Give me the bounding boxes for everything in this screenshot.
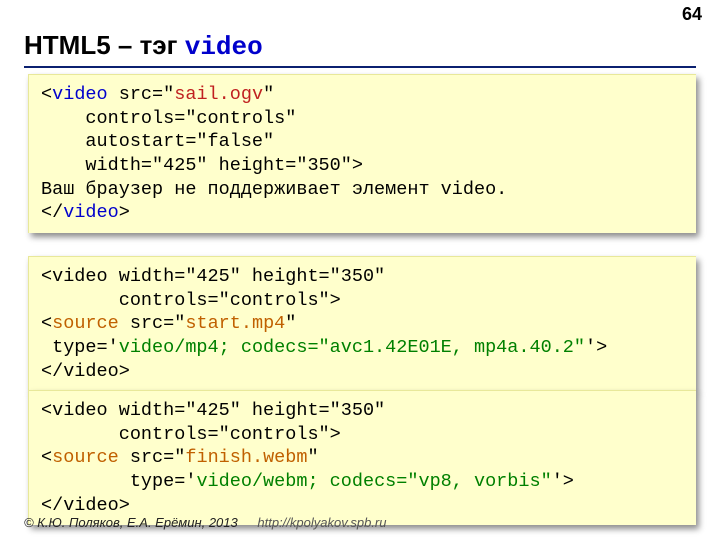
slide-title: HTML5 – тэг video <box>24 30 696 68</box>
code-text: type=' <box>41 337 119 358</box>
tag-video-close: video <box>63 202 119 223</box>
code-text: <video width="425" height="350" <box>41 400 385 421</box>
mime-type: video/mp4; codecs="avc1.42E01E, mp4a.40.… <box>119 337 585 358</box>
tag-source: source <box>52 313 119 334</box>
mime-type: video/webm; codecs="vp8, vorbis" <box>196 471 551 492</box>
code-block-1: <video src="sail.ogv" controls="controls… <box>28 74 696 233</box>
title-tag: video <box>185 32 263 62</box>
code-text: controls="controls"> <box>41 424 341 445</box>
code-text: < <box>41 447 52 468</box>
filename: start.mp4 <box>185 313 285 334</box>
code-text: Ваш браузер не поддерживает элемент vide… <box>41 179 507 200</box>
title-prefix: HTML5 – тэг <box>24 30 185 60</box>
code-text: '> <box>552 471 574 492</box>
code-text: " <box>263 84 274 105</box>
footer-url: http://kpolyakov.spb.ru <box>257 515 386 530</box>
code-text: src=" <box>119 447 186 468</box>
code-text: '> <box>585 337 607 358</box>
code-text: </ <box>41 202 63 223</box>
code-text: <video width="425" height="350" <box>41 266 385 287</box>
code-text: type=' <box>41 471 196 492</box>
footer: © К.Ю. Поляков, Е.А. Ерёмин, 2013 http:/… <box>24 515 386 530</box>
code-block-2: <video width="425" height="350" controls… <box>28 256 696 391</box>
code-text: > <box>119 202 130 223</box>
code-text: width="425" height="350"> <box>41 155 363 176</box>
code-text: controls="controls"> <box>41 290 341 311</box>
tag-source: source <box>52 447 119 468</box>
code-text: controls="controls" <box>41 108 296 129</box>
code-text: </video> <box>41 495 130 516</box>
code-text: src=" <box>119 313 186 334</box>
code-text: < <box>41 84 52 105</box>
tag-video: video <box>52 84 108 105</box>
code-text: src=" <box>108 84 175 105</box>
code-text: autostart="false" <box>41 131 274 152</box>
code-text: < <box>41 313 52 334</box>
slide: 64 HTML5 – тэг video <video src="sail.og… <box>0 0 720 540</box>
copyright: © К.Ю. Поляков, Е.А. Ерёмин, 2013 <box>24 515 238 530</box>
code-block-3: <video width="425" height="350" controls… <box>28 390 696 525</box>
code-text: " <box>285 313 296 334</box>
filename: finish.webm <box>185 447 307 468</box>
code-text: " <box>307 447 318 468</box>
filename: sail.ogv <box>174 84 263 105</box>
page-number: 64 <box>682 4 702 25</box>
code-text: </video> <box>41 361 130 382</box>
